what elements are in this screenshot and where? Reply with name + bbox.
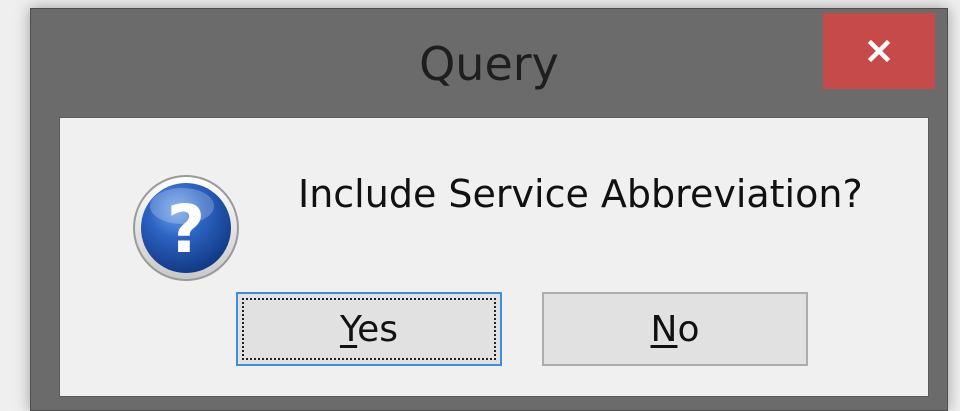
query-dialog: Query ? Include Service Abbreviation? Ye…: [30, 8, 948, 411]
dialog-client-area: ? Include Service Abbreviation? Yes No: [59, 117, 929, 397]
close-button[interactable]: [823, 13, 935, 89]
svg-text:?: ?: [167, 191, 205, 268]
dialog-message: Include Service Abbreviation?: [298, 172, 863, 216]
no-button[interactable]: No: [542, 292, 808, 366]
title-bar[interactable]: Query: [31, 9, 947, 117]
close-x-icon: [823, 36, 935, 66]
question-icon: ?: [130, 172, 242, 284]
dialog-title: Query: [419, 37, 559, 91]
yes-button[interactable]: Yes: [236, 292, 502, 366]
yes-button-label: Yes: [339, 308, 399, 350]
no-button-label: No: [650, 308, 700, 350]
